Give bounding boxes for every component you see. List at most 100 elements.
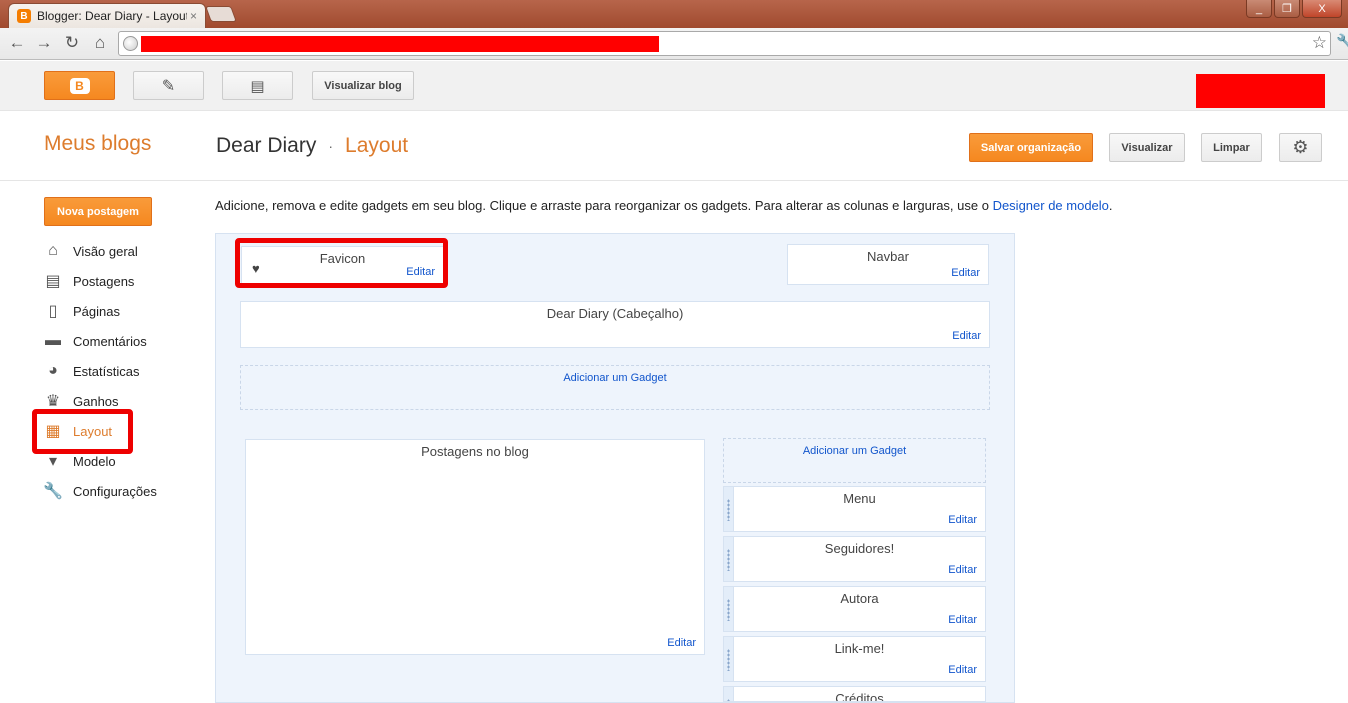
- blogger-favicon-icon: B: [17, 9, 31, 23]
- layout-description: Adicione, remova e edite gadgets em seu …: [215, 198, 1113, 213]
- page-title: Layout: [345, 134, 409, 157]
- gadget-title: Postagens no blog: [421, 444, 529, 459]
- sidebar-item-overview[interactable]: ⌂ Visão geral: [44, 241, 138, 261]
- sidebar-item-settings[interactable]: 🔧 Configurações: [43, 481, 157, 501]
- edit-link[interactable]: Editar: [948, 564, 977, 576]
- browser-titlebar: B Blogger: Dear Diary - Layout × _ ❐ X: [0, 0, 1348, 28]
- new-post-pencil-button[interactable]: ✎: [133, 71, 204, 100]
- reload-icon[interactable]: ↻: [61, 32, 83, 54]
- gadget-title: Autora: [840, 591, 879, 606]
- tab-close-icon[interactable]: ×: [190, 9, 197, 23]
- sidebar-item-template[interactable]: ▾ Modelo: [44, 451, 116, 471]
- description-end: .: [1108, 198, 1113, 213]
- browser-menu-wrench-icon[interactable]: 🔧: [1336, 33, 1348, 51]
- stats-icon: ◕: [48, 362, 58, 379]
- gadget-link-me[interactable]: Link-me! Editar: [723, 636, 986, 682]
- sidebar-item-label: Páginas: [73, 303, 120, 319]
- add-gadget-sidebar-area[interactable]: Adicionar um Gadget: [723, 438, 986, 483]
- maximize-button[interactable]: ❐: [1274, 0, 1300, 18]
- edit-link[interactable]: Editar: [667, 637, 696, 649]
- documents-icon: ▤: [250, 77, 265, 95]
- preview-button[interactable]: Visualizar: [1109, 133, 1185, 162]
- gadget-title: Menu: [843, 491, 876, 506]
- blogger-logo-icon: B: [69, 77, 90, 94]
- sidebar-item-comments[interactable]: ▬ Comentários: [44, 331, 147, 351]
- redacted-url: [141, 36, 659, 52]
- add-gadget-link[interactable]: Adicionar um Gadget: [241, 372, 989, 384]
- breadcrumb: Dear Diary · Layout: [216, 134, 408, 158]
- blogger-topbar: B ✎ ▤ Visualizar blog: [0, 61, 1348, 111]
- back-icon[interactable]: ←: [6, 32, 28, 54]
- home-icon: ⌂: [48, 242, 58, 259]
- drag-handle[interactable]: [724, 537, 734, 581]
- edit-link[interactable]: Editar: [948, 664, 977, 676]
- sidebar-item-label: Comentários: [73, 333, 147, 349]
- address-bar[interactable]: ☆: [118, 31, 1331, 56]
- sidebar-item-label: Visão geral: [73, 243, 138, 259]
- gadget-header[interactable]: Dear Diary (Cabeçalho) Editar: [240, 301, 990, 348]
- view-blog-button[interactable]: Visualizar blog: [312, 71, 414, 100]
- globe-icon: [123, 36, 138, 51]
- edit-link[interactable]: Editar: [951, 267, 980, 279]
- drag-handle[interactable]: [724, 487, 734, 531]
- add-gadget-header-area[interactable]: Adicionar um Gadget: [240, 365, 990, 410]
- drag-handle[interactable]: [724, 587, 734, 631]
- posts-icon: ▤: [45, 273, 61, 290]
- forward-icon[interactable]: →: [33, 32, 55, 54]
- sidebar-item-label: Configurações: [73, 483, 157, 499]
- layout-canvas: Favicon ♥ Editar Navbar Editar Dear Diar…: [215, 233, 1015, 703]
- sidebar-item-pages[interactable]: ▯ Páginas: [44, 301, 120, 321]
- gadget-author[interactable]: Autora Editar: [723, 586, 986, 632]
- gadget-title: Dear Diary (Cabeçalho): [546, 306, 684, 321]
- edit-link[interactable]: Editar: [948, 614, 977, 626]
- drag-handle[interactable]: [724, 637, 734, 681]
- new-tab-button[interactable]: [205, 6, 237, 22]
- browser-toolbar: ← → ↻ ⌂ ☆ 🔧: [0, 28, 1348, 60]
- highlight-box-layout: [32, 409, 133, 454]
- gadget-followers[interactable]: Seguidores! Editar: [723, 536, 986, 582]
- blog-name[interactable]: Dear Diary: [216, 134, 316, 158]
- gadget-title: Créditos: [835, 691, 884, 702]
- tab-title: Blogger: Dear Diary - Layout: [37, 9, 187, 23]
- sidebar-item-earnings[interactable]: ♛ Ganhos: [44, 391, 119, 411]
- sidebar-item-label: Estatísticas: [73, 363, 140, 379]
- add-gadget-link[interactable]: Adicionar um Gadget: [724, 445, 985, 457]
- edit-link[interactable]: Editar: [952, 330, 981, 342]
- sidebar-item-label: Postagens: [73, 273, 135, 289]
- minimize-button[interactable]: _: [1246, 0, 1272, 18]
- breadcrumb-separator: ·: [328, 138, 334, 154]
- drag-handle[interactable]: [724, 687, 734, 701]
- home-icon[interactable]: ⌂: [89, 32, 111, 54]
- blogger-logo-button[interactable]: B: [44, 71, 115, 100]
- gadget-blog-posts[interactable]: Postagens no blog Editar: [245, 439, 705, 655]
- highlight-box-favicon: [235, 238, 448, 288]
- pages-icon: ▯: [48, 303, 58, 320]
- clear-button[interactable]: Limpar: [1201, 133, 1262, 162]
- browser-tab[interactable]: B Blogger: Dear Diary - Layout ×: [8, 3, 206, 28]
- pencil-icon: ✎: [161, 77, 176, 95]
- template-icon: ▾: [48, 453, 58, 470]
- gadget-title: Navbar: [867, 249, 909, 264]
- edit-link[interactable]: Editar: [948, 514, 977, 526]
- posts-list-button[interactable]: ▤: [222, 71, 293, 100]
- sidebar-item-posts[interactable]: ▤ Postagens: [44, 271, 134, 291]
- gadget-title: Link-me!: [834, 641, 885, 656]
- new-post-button[interactable]: Nova postagem: [44, 197, 152, 226]
- trophy-icon: ♛: [45, 393, 61, 410]
- redacted-account: [1196, 74, 1325, 108]
- my-blogs-link[interactable]: Meus blogs: [44, 132, 151, 156]
- gadget-title: Seguidores!: [824, 541, 895, 556]
- header-divider: [0, 180, 1348, 181]
- gadget-credits[interactable]: Créditos: [723, 686, 986, 702]
- description-text: Adicione, remova e edite gadgets em seu …: [215, 198, 993, 213]
- save-arrangement-button[interactable]: Salvar organização: [969, 133, 1093, 162]
- settings-gear-icon[interactable]: ⚙: [1279, 133, 1322, 162]
- bookmark-star-icon[interactable]: ☆: [1312, 33, 1327, 53]
- template-designer-link[interactable]: Designer de modelo: [993, 198, 1109, 213]
- close-window-button[interactable]: X: [1302, 0, 1342, 18]
- comments-icon: ▬: [45, 332, 61, 349]
- gadget-menu[interactable]: Menu Editar: [723, 486, 986, 532]
- sidebar-item-label: Modelo: [73, 453, 116, 469]
- sidebar-item-stats[interactable]: ◕ Estatísticas: [44, 361, 139, 381]
- gadget-navbar[interactable]: Navbar Editar: [787, 244, 989, 285]
